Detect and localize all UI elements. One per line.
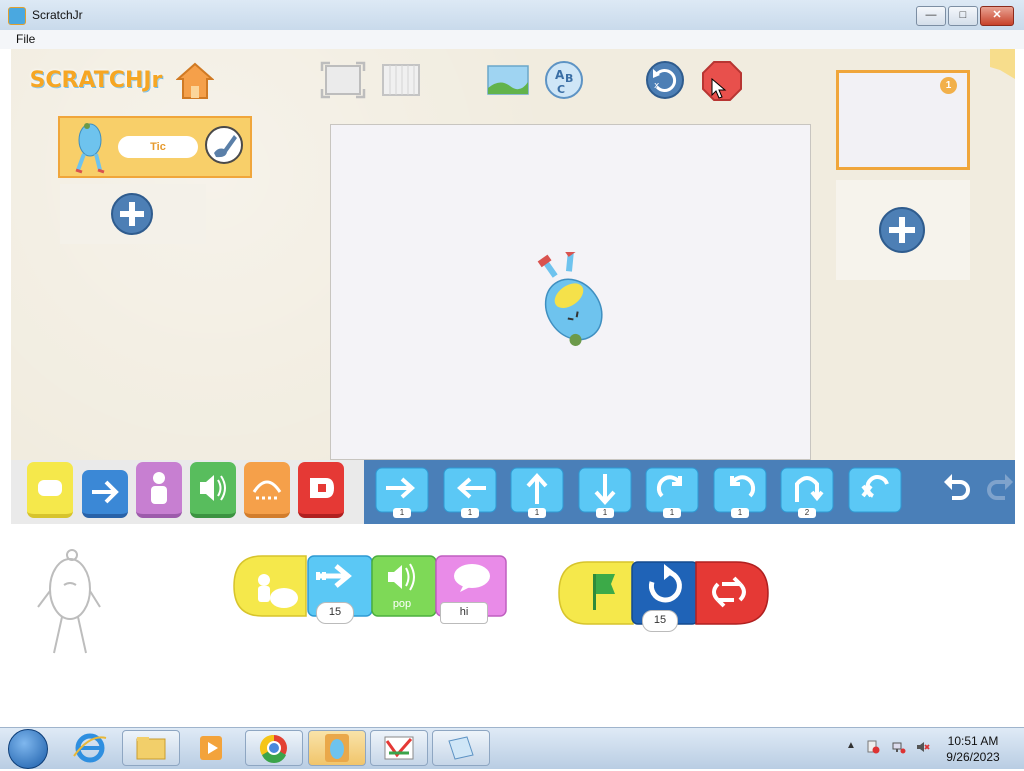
move-steps-field[interactable]: 15 [316, 602, 354, 624]
sprite-name-label[interactable]: Tic [118, 136, 198, 158]
scratchjr-app-icon [325, 734, 349, 762]
palette-block-value: 1 [663, 508, 681, 518]
category-motion[interactable] [82, 470, 128, 518]
network-icon[interactable] [892, 740, 906, 754]
category-control[interactable] [244, 462, 290, 518]
window-title: ScratchJr [32, 8, 83, 22]
taskbar-media-player[interactable] [186, 730, 236, 766]
paint-icon [384, 736, 414, 760]
menu-bar [0, 30, 1024, 49]
taskbar-paint[interactable] [370, 730, 428, 766]
mouse-cursor-icon [711, 78, 727, 99]
trigger-category-icon [38, 480, 62, 496]
scratchjr-logo: SCRATCHJr [29, 68, 163, 93]
sprite-watermark [37, 549, 101, 654]
script-block-green-flag[interactable] [557, 560, 637, 626]
menu-file[interactable]: File [16, 32, 35, 46]
palette-block-value: 2 [798, 508, 816, 518]
redo-icon[interactable] [985, 470, 1015, 504]
volume-muted-icon[interactable] [916, 740, 930, 754]
notepad-icon [448, 736, 474, 760]
media-player-icon [200, 736, 222, 760]
control-icon [252, 480, 282, 500]
script-block-repeat-forever[interactable] [694, 560, 770, 626]
window-titlebar [0, 0, 1024, 31]
svg-text:B: B [565, 72, 573, 85]
end-icon [310, 478, 334, 498]
add-page-icon[interactable] [878, 206, 926, 254]
tray-expand-arrow[interactable]: ▲ [846, 740, 856, 751]
say-text-field[interactable]: hi [440, 602, 488, 624]
text-icon[interactable]: A B C [544, 60, 584, 100]
category-looks[interactable] [136, 462, 182, 518]
taskbar-explorer[interactable] [122, 730, 180, 766]
script-area[interactable] [11, 524, 1015, 724]
svg-text:x: x [654, 81, 660, 91]
folder-icon [136, 737, 166, 760]
reset-icon[interactable]: x [645, 60, 685, 100]
palette-block-value: 1 [596, 508, 614, 518]
paint-editor-icon[interactable] [204, 125, 244, 165]
start-button[interactable] [8, 729, 48, 769]
action-center-icon[interactable] [866, 740, 880, 754]
page-number-badge: 1 [940, 77, 957, 94]
script-block-start-on-tap[interactable] [232, 552, 312, 620]
clock-date[interactable]: 9/26/2023 [943, 750, 1003, 764]
maximize-button[interactable]: □ [948, 6, 978, 26]
taskbar-notepad[interactable] [432, 730, 490, 766]
minimize-button[interactable]: — [916, 6, 946, 26]
close-button[interactable]: ✕ [980, 6, 1014, 26]
svg-text:C: C [557, 83, 565, 96]
palette-block-value: 1 [461, 508, 479, 518]
clock-time[interactable]: 10:51 AM [943, 734, 1003, 748]
person-icon [151, 472, 167, 504]
taskbar-scratchjr[interactable] [308, 730, 366, 766]
arrow-right-icon [92, 480, 119, 504]
grid-icon[interactable] [382, 64, 420, 96]
taskbar-chrome[interactable] [245, 730, 303, 766]
stage-sprite-tic[interactable] [516, 252, 628, 352]
speaker-icon [200, 475, 226, 501]
chrome-icon [259, 734, 287, 763]
undo-icon[interactable] [940, 470, 974, 504]
home-icon[interactable] [176, 62, 214, 100]
palette-block-go-home[interactable] [847, 466, 903, 516]
category-triggers[interactable] [27, 462, 73, 518]
repeat-count-field[interactable]: 15 [642, 610, 678, 632]
sound-name-label: pop [392, 598, 412, 610]
app-icon [8, 7, 26, 25]
sprite-thumbnail [75, 123, 105, 174]
palette-block-value: 1 [393, 508, 411, 518]
add-sprite-icon[interactable] [110, 192, 154, 236]
internet-explorer-icon[interactable] [70, 730, 110, 766]
background-icon[interactable] [486, 62, 530, 98]
fullscreen-icon[interactable] [320, 61, 366, 99]
category-sound[interactable] [190, 462, 236, 518]
palette-block-value: 1 [528, 508, 546, 518]
svg-text:A: A [555, 68, 565, 82]
category-end[interactable] [298, 462, 344, 518]
palette-block-value: 1 [731, 508, 749, 518]
